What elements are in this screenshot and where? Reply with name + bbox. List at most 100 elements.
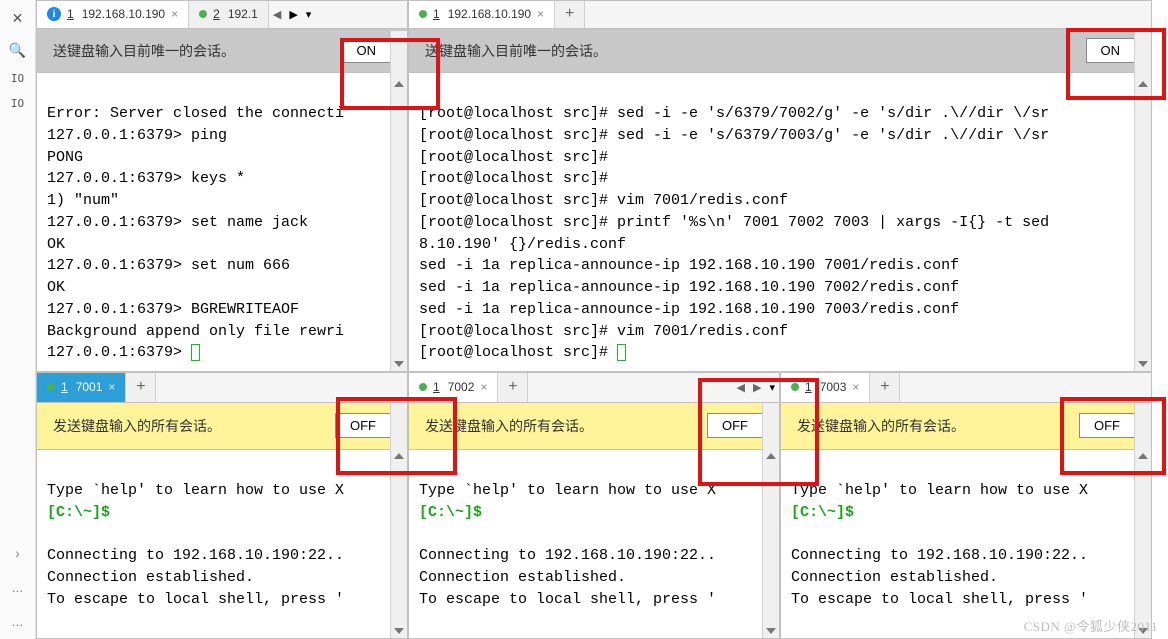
- term-line: [root@localhost src]#: [419, 149, 608, 166]
- term-line: [47, 525, 56, 542]
- broadcast-toggle-button[interactable]: OFF: [707, 413, 763, 438]
- chevron-right-icon[interactable]: ›: [8, 543, 28, 563]
- terminal-output[interactable]: Type `help' to learn how to use X [C:\~]…: [37, 450, 407, 638]
- term-line: 127.0.0.1:6379>: [47, 344, 191, 361]
- pane-top-left: i 1 192.168.10.190 × 2 192.1 ◀ ▶ ▾ 送键盘输入…: [36, 0, 408, 372]
- session-tab-7003[interactable]: 1 7003 ×: [781, 373, 870, 402]
- cursor-icon: [191, 344, 200, 361]
- tab-accelerator: 2: [213, 7, 220, 21]
- session-tab-1[interactable]: i 1 192.168.10.190 ×: [37, 1, 189, 28]
- new-tab-button[interactable]: +: [498, 373, 528, 402]
- term-line: OK: [47, 236, 65, 253]
- tab-label: 7001: [76, 380, 103, 394]
- term-line: Connection established.: [419, 569, 626, 586]
- banner-text: 发送键盘输入的所有会话。: [53, 416, 221, 436]
- status-dot-icon: [199, 10, 207, 18]
- tab-nav-right[interactable]: ▶: [749, 373, 765, 402]
- term-line: To escape to local shell, press ': [419, 591, 716, 608]
- session-tab-7001[interactable]: 1 7001 ×: [37, 373, 126, 402]
- tab-nav-dropdown[interactable]: ▾: [302, 1, 316, 28]
- tab-accelerator: 1: [61, 380, 68, 394]
- close-icon[interactable]: ×: [852, 380, 859, 394]
- scrollbar[interactable]: [1134, 403, 1151, 638]
- tab-nav-left[interactable]: ◀: [269, 1, 285, 28]
- tab-label: 192.168.10.190: [448, 7, 531, 21]
- tab-label: 192.1: [228, 7, 258, 21]
- broadcast-banner: 发送键盘输入的所有会话。 OFF: [781, 403, 1151, 450]
- term-line: sed -i 1a replica-announce-ip 192.168.10…: [419, 279, 959, 296]
- term-line: 127.0.0.1:6379> BGREWRITEAOF: [47, 301, 299, 318]
- terminal-output[interactable]: Type `help' to learn how to use X [C:\~]…: [781, 450, 1151, 638]
- scrollbar[interactable]: [762, 403, 779, 638]
- term-line: 127.0.0.1:6379> set num 666: [47, 257, 290, 274]
- term-line: 127.0.0.1:6379> keys *: [47, 170, 245, 187]
- cursor-icon: [617, 344, 626, 361]
- term-line: Connection established.: [791, 569, 998, 586]
- broadcast-toggle-button[interactable]: ON: [342, 38, 392, 63]
- scrollbar[interactable]: [390, 403, 407, 638]
- new-tab-button[interactable]: +: [870, 373, 900, 402]
- tab-label: 7002: [448, 380, 475, 394]
- banner-text: 发送键盘输入的所有会话。: [797, 416, 965, 436]
- term-line: [root@localhost src]# vim 7001/redis.con…: [419, 323, 788, 340]
- term-line: [419, 525, 428, 542]
- term-line: To escape to local shell, press ': [47, 591, 344, 608]
- tab-accelerator: 1: [805, 380, 812, 394]
- session-tab-7002[interactable]: 1 7002 ×: [409, 373, 498, 402]
- broadcast-toggle-button[interactable]: ON: [1086, 38, 1136, 63]
- status-dot-icon: [791, 383, 799, 391]
- tab-nav-dropdown[interactable]: ▾: [765, 373, 779, 402]
- term-line: [root@localhost src]#: [419, 170, 608, 187]
- tab-nav-left[interactable]: ◀: [733, 373, 749, 402]
- term-line: Connection established.: [47, 569, 254, 586]
- scrollbar[interactable]: [1134, 31, 1151, 371]
- tab-accelerator: 1: [67, 7, 74, 21]
- term-line: Connecting to 192.168.10.190:22..: [419, 547, 716, 564]
- new-tab-button[interactable]: +: [555, 1, 585, 28]
- close-icon[interactable]: ✕: [8, 8, 28, 28]
- term-line: Connecting to 192.168.10.190:22..: [791, 547, 1088, 564]
- term-line: 1) "num": [47, 192, 119, 209]
- session-tab-2[interactable]: 2 192.1: [189, 1, 269, 28]
- terminal-output[interactable]: [root@localhost src]# sed -i -e 's/6379/…: [409, 73, 1151, 371]
- pane-grid: i 1 192.168.10.190 × 2 192.1 ◀ ▶ ▾ 送键盘输入…: [36, 0, 1168, 639]
- broadcast-banner: 送键盘输入目前唯一的会话。 ON: [409, 29, 1151, 73]
- search-icon[interactable]: 🔍: [8, 40, 28, 60]
- term-line: PONG: [47, 149, 83, 166]
- info-icon: i: [47, 7, 61, 21]
- tab-nav-right[interactable]: ▶: [285, 1, 301, 28]
- new-tab-button[interactable]: +: [126, 373, 156, 402]
- tab-accelerator: 1: [433, 7, 440, 21]
- term-line: sed -i 1a replica-announce-ip 192.168.10…: [419, 301, 959, 318]
- left-rail: ✕ 🔍 IO IO › ... ...: [0, 0, 36, 639]
- terminal-output[interactable]: Type `help' to learn how to use X [C:\~]…: [409, 450, 779, 638]
- scrollbar[interactable]: [390, 31, 407, 371]
- tab-bar: 1 192.168.10.190 × +: [409, 1, 1151, 29]
- term-line: To escape to local shell, press ': [791, 591, 1088, 608]
- shell-prompt: [C:\~]$: [419, 504, 482, 521]
- term-line: Connecting to 192.168.10.190:22..: [47, 547, 344, 564]
- tab-label: 192.168.10.190: [82, 7, 165, 21]
- close-icon[interactable]: ×: [171, 7, 178, 21]
- term-line: Type `help' to learn how to use X: [791, 482, 1088, 499]
- session-tab-1[interactable]: 1 192.168.10.190 ×: [409, 1, 555, 28]
- tab-bar: 1 7002 × + ◀ ▶ ▾: [409, 373, 779, 403]
- term-line: [root@localhost src]# vim 7001/redis.con…: [419, 192, 788, 209]
- term-line: Error: Server closed the connecti: [47, 105, 344, 122]
- term-line: [791, 525, 800, 542]
- term-line: 8.10.190' {}/redis.conf: [419, 236, 626, 253]
- close-icon[interactable]: ×: [108, 380, 115, 394]
- broadcast-toggle-button[interactable]: OFF: [1079, 413, 1135, 438]
- close-icon[interactable]: ×: [537, 7, 544, 21]
- term-line: 127.0.0.1:6379> set name jack: [47, 214, 308, 231]
- pane-bottom-mid: 1 7002 × + ◀ ▶ ▾ 发送键盘输入的所有会话。 OFF Type `…: [408, 372, 780, 639]
- more-icon[interactable]: ...: [8, 577, 28, 597]
- close-icon[interactable]: ×: [480, 380, 487, 394]
- pane-bottom-right: 1 7003 × + 发送键盘输入的所有会话。 OFF Type `help' …: [780, 372, 1152, 639]
- term-line: [root@localhost src]# sed -i -e 's/6379/…: [419, 127, 1049, 144]
- term-line: Type `help' to learn how to use X: [47, 482, 344, 499]
- more-icon-2[interactable]: ...: [8, 611, 28, 631]
- broadcast-toggle-button[interactable]: OFF: [335, 413, 391, 438]
- terminal-output[interactable]: Error: Server closed the connecti 127.0.…: [37, 73, 407, 371]
- watermark: CSDN @令狐少侠2011: [1024, 616, 1158, 635]
